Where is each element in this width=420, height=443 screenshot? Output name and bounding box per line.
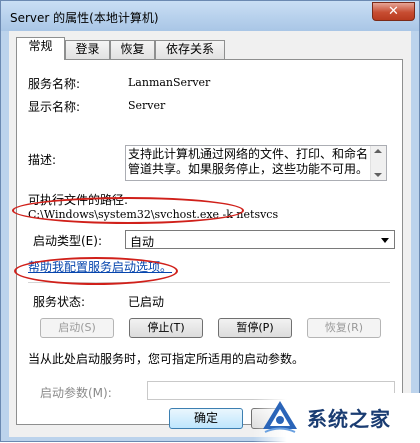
description-box[interactable]: 支持此计算机通过网络的文件、打印、和命名管道共享。如果服务停止，这些功能不可用。 bbox=[125, 145, 387, 181]
tab-label: 登录 bbox=[75, 42, 100, 56]
service-status-label: 服务状态: bbox=[33, 295, 86, 309]
resume-button[interactable]: 恢复(R) bbox=[307, 318, 381, 338]
start-button[interactable]: 启动(S) bbox=[40, 318, 114, 338]
startup-type-value: 自动 bbox=[130, 235, 155, 249]
service-name-label: 服务名称: bbox=[28, 77, 81, 91]
tab-label: 依存关系 bbox=[165, 42, 214, 56]
tab-logon[interactable]: 登录 bbox=[65, 40, 110, 59]
start-params-hint: 当从此处启动服务时，您可指定所适用的启动参数。 bbox=[28, 352, 305, 366]
watermark: 系统之家 bbox=[253, 393, 420, 443]
display-name-value: Server bbox=[128, 99, 166, 112]
logo-icon bbox=[263, 401, 297, 433]
close-icon: ✕ bbox=[388, 4, 399, 19]
service-status-highlight bbox=[14, 257, 178, 285]
startup-type-select[interactable]: 自动 bbox=[125, 230, 395, 249]
stop-button[interactable]: 停止(T) bbox=[129, 318, 203, 338]
close-button[interactable]: ✕ bbox=[372, 2, 415, 21]
description-scrollbar[interactable] bbox=[370, 146, 386, 180]
tab-label: 常规 bbox=[28, 39, 53, 53]
title-bar[interactable]: Server 的属性(本地计算机) ✕ bbox=[1, 1, 419, 31]
chevron-down-icon bbox=[381, 238, 389, 243]
service-name-value: LanmanServer bbox=[128, 76, 211, 89]
tab-recovery[interactable]: 恢复 bbox=[110, 40, 155, 59]
service-status-value: 已启动 bbox=[128, 295, 165, 309]
properties-window: Server 的属性(本地计算机) ✕ 常规 登录 恢复 依存关系 服务名称: … bbox=[0, 0, 420, 443]
ok-button[interactable]: 确定 bbox=[169, 408, 243, 429]
dialog-client: 常规 登录 恢复 依存关系 服务名称: LanmanServer 显示名称: S… bbox=[9, 31, 411, 437]
scroll-down-icon[interactable] bbox=[374, 173, 382, 177]
startup-type-highlight bbox=[12, 197, 244, 224]
tab-label: 恢复 bbox=[120, 42, 145, 56]
description-text: 支持此计算机通过网络的文件、打印、和命名管道共享。如果服务停止，这些功能不可用。 bbox=[128, 147, 369, 176]
display-name-label: 显示名称: bbox=[28, 100, 81, 114]
startup-type-label: 启动类型(E): bbox=[33, 234, 102, 248]
description-label: 描述: bbox=[28, 153, 57, 167]
general-panel: 服务名称: LanmanServer 显示名称: Server 描述: 支持此计… bbox=[16, 59, 403, 425]
scroll-up-icon[interactable] bbox=[374, 149, 382, 153]
tab-general[interactable]: 常规 bbox=[16, 37, 65, 60]
pause-button[interactable]: 暂停(P) bbox=[218, 318, 292, 338]
watermark-text: 系统之家 bbox=[307, 407, 391, 431]
tab-dependencies[interactable]: 依存关系 bbox=[155, 40, 225, 59]
window-title: Server 的属性(本地计算机) bbox=[10, 11, 159, 25]
start-params-label: 启动参数(M): bbox=[40, 386, 112, 400]
